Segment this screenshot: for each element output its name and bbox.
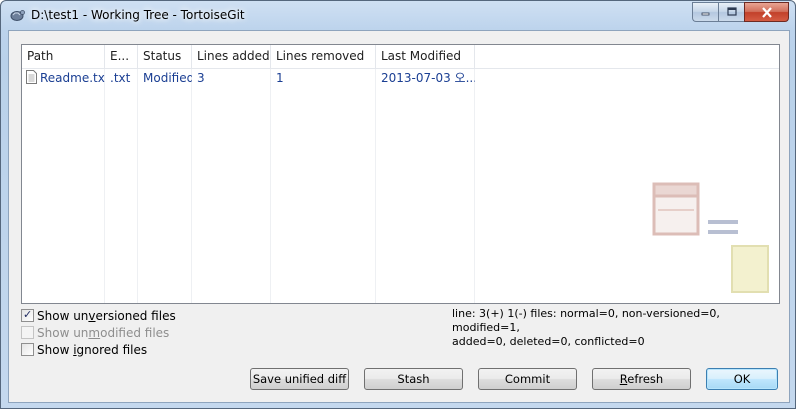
diff-watermark-icon	[652, 182, 769, 293]
window-title: D:\test1 - Working Tree - TortoiseGit	[31, 8, 245, 22]
show-unmodified-checkbox: Show unmodified files	[21, 324, 176, 341]
save-unified-diff-button[interactable]: Save unified diff	[250, 368, 349, 390]
tortoisegit-icon	[10, 10, 25, 21]
grid-divider	[474, 69, 475, 303]
column-header-last-modified[interactable]: Last Modified	[376, 45, 475, 68]
maximize-button[interactable]	[718, 2, 744, 22]
checkbox-box	[21, 326, 34, 339]
dialog-body: Path E... Status Lines added Lines remov…	[8, 30, 790, 403]
minimize-button[interactable]	[692, 2, 718, 22]
checkbox-box[interactable]	[21, 343, 34, 356]
grid-divider	[137, 69, 138, 303]
change-summary-line-1: line: 3(+) 1(-) files: normal=0, non-ver…	[452, 307, 720, 334]
show-unversioned-label: Show unversioned files	[37, 308, 176, 323]
column-header-lines-added[interactable]: Lines added	[192, 45, 271, 68]
title-bar[interactable]: D:\test1 - Working Tree - TortoiseGit	[1, 1, 795, 29]
main-window: D:\test1 - Working Tree - TortoiseGit Pa…	[0, 0, 796, 409]
show-unmodified-label: Show unmodified files	[37, 325, 170, 340]
filter-options: ✓ Show unversioned files Show unmodified…	[21, 307, 176, 358]
ok-button[interactable]: OK	[706, 368, 778, 390]
stash-button[interactable]: Stash	[364, 368, 463, 390]
checkbox-box[interactable]: ✓	[21, 308, 34, 322]
close-button[interactable]	[744, 2, 789, 22]
lines-added-value: 3	[197, 71, 205, 85]
close-icon	[761, 6, 772, 18]
list-header: Path E... Status Lines added Lines remov…	[22, 45, 779, 69]
commit-button[interactable]: Commit	[478, 368, 577, 390]
minimize-icon	[701, 12, 709, 16]
check-mark-icon: ✓	[23, 308, 33, 321]
column-header-lines-removed[interactable]: Lines removed	[271, 45, 376, 68]
grid-divider	[191, 69, 192, 303]
file-extension: .txt	[110, 71, 131, 85]
grid-divider	[270, 69, 271, 303]
column-header-extension[interactable]: E...	[105, 45, 138, 68]
file-path: Readme.txt	[40, 71, 105, 85]
file-list[interactable]: Path E... Status Lines added Lines remov…	[21, 44, 780, 304]
change-summary: line: 3(+) 1(-) files: normal=0, non-ver…	[452, 307, 772, 349]
file-row[interactable]: Readme.txt .txt Modified 3 1 2013-07-03 …	[22, 69, 779, 88]
cell-path: Readme.txt	[22, 69, 105, 88]
grid-divider	[104, 69, 105, 303]
maximize-icon	[726, 7, 737, 16]
lines-removed-value: 1	[276, 71, 284, 85]
show-ignored-checkbox[interactable]: Show ignored files	[21, 341, 176, 358]
column-header-path[interactable]: Path	[22, 45, 105, 68]
file-status: Modified	[143, 71, 192, 85]
show-ignored-label: Show ignored files	[37, 342, 148, 357]
show-unversioned-checkbox[interactable]: ✓ Show unversioned files	[21, 307, 176, 324]
window-controls	[692, 2, 789, 22]
text-file-icon	[26, 70, 37, 84]
change-summary-line-2: added=0, deleted=0, conflicted=0	[452, 335, 645, 348]
grid-divider	[375, 69, 376, 303]
column-header-status[interactable]: Status	[138, 45, 192, 68]
refresh-button[interactable]: Refresh	[592, 368, 691, 390]
last-modified-value: 2013-07-03 오...	[381, 71, 475, 85]
